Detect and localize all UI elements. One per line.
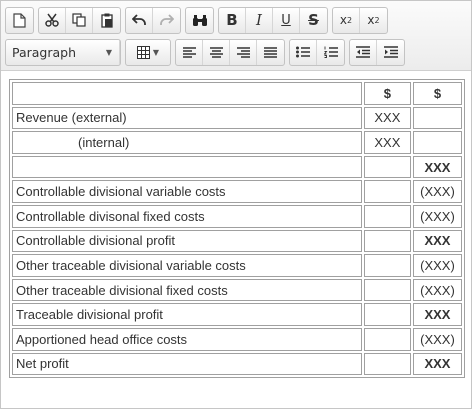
- cell-col2[interactable]: [412, 106, 462, 130]
- table-row: Controllable divisional profit XXX: [12, 229, 462, 253]
- table-row: Other traceable divisional variable cost…: [12, 254, 462, 277]
- row-label[interactable]: Other traceable divisional variable cost…: [12, 254, 362, 277]
- editor-toolbar: B I U S x2 x2 Paragraph ▼ ▼: [1, 1, 471, 71]
- format-group: Paragraph ▼: [5, 38, 121, 66]
- cell-col1[interactable]: [363, 352, 411, 376]
- list-group: [289, 38, 345, 66]
- table-header-row: $ $: [12, 82, 462, 105]
- paragraph-format-select[interactable]: Paragraph ▼: [6, 39, 120, 65]
- table-button[interactable]: ▼: [126, 40, 170, 65]
- row-label[interactable]: Apportioned head office costs: [12, 327, 362, 351]
- superscript-button[interactable]: x2: [360, 8, 387, 33]
- script-group: x2 x2: [332, 6, 388, 34]
- undo-icon[interactable]: [126, 7, 153, 33]
- cell-col1[interactable]: [363, 155, 411, 179]
- chevron-down-icon: ▼: [105, 47, 112, 57]
- table-row: Controllable divisonal fixed costs (XXX): [12, 204, 462, 228]
- rich-text-editor: B I U S x2 x2 Paragraph ▼ ▼ $ $ Revenue …: [0, 0, 472, 409]
- cell-col2[interactable]: (XXX): [412, 278, 462, 302]
- cell-col1[interactable]: [363, 303, 411, 326]
- numbered-list-icon[interactable]: [317, 40, 344, 65]
- cell-col2[interactable]: [412, 131, 462, 154]
- align-center-icon[interactable]: [203, 39, 230, 65]
- table-group: ▼: [125, 38, 171, 66]
- redo-icon[interactable]: [153, 8, 180, 33]
- cell-col1[interactable]: [363, 254, 411, 277]
- superscript-label: x: [367, 13, 375, 27]
- table-row: XXX: [12, 155, 462, 179]
- document-group: [5, 6, 34, 34]
- toolbar-row-1: B I U S x2 x2: [5, 4, 467, 36]
- cell-col2[interactable]: (XXX): [412, 180, 462, 203]
- cell-col2[interactable]: XXX: [412, 155, 462, 179]
- row-label[interactable]: Net profit: [12, 352, 362, 376]
- subscript-button[interactable]: x2: [333, 7, 360, 33]
- table-icon: [136, 45, 150, 59]
- cell-col2[interactable]: (XXX): [412, 254, 462, 277]
- cell-col1[interactable]: [363, 327, 411, 351]
- cell-col2[interactable]: (XXX): [412, 204, 462, 228]
- italic-button[interactable]: I: [246, 7, 273, 33]
- find-group: [185, 6, 214, 34]
- header-cell[interactable]: $: [363, 82, 411, 105]
- toolbar-row-2: Paragraph ▼ ▼: [5, 36, 467, 68]
- subscript-label: x: [339, 13, 347, 27]
- bullet-list-icon[interactable]: [290, 39, 317, 65]
- paste-icon[interactable]: [93, 8, 120, 33]
- cell-col1[interactable]: [363, 229, 411, 253]
- table-row: Revenue (external) XXX: [12, 106, 462, 130]
- row-label[interactable]: Traceable divisional profit: [12, 303, 362, 326]
- bold-button[interactable]: B: [219, 7, 246, 33]
- indent-group: [349, 38, 405, 66]
- row-label[interactable]: [12, 155, 362, 179]
- header-cell[interactable]: [12, 82, 362, 105]
- table-row: Apportioned head office costs (XXX): [12, 327, 462, 351]
- row-label[interactable]: Controllable divisional profit: [12, 229, 362, 253]
- row-label[interactable]: Other traceable divisional fixed costs: [12, 278, 362, 302]
- chevron-down-icon: ▼: [152, 47, 160, 57]
- text-style-group: B I U S: [218, 6, 328, 34]
- align-justify-icon[interactable]: [257, 40, 284, 65]
- clipboard-group: [38, 6, 121, 34]
- paragraph-format-value: Paragraph: [12, 44, 77, 60]
- cell-col1[interactable]: XXX: [363, 106, 411, 130]
- cell-col2[interactable]: XXX: [412, 352, 462, 376]
- row-label[interactable]: Controllable divisonal fixed costs: [12, 204, 362, 228]
- table-row: Traceable divisional profit XXX: [12, 303, 462, 326]
- align-right-icon[interactable]: [230, 39, 257, 65]
- table-row: Other traceable divisional fixed costs (…: [12, 278, 462, 302]
- cell-col2[interactable]: (XXX): [412, 327, 462, 351]
- cell-col1[interactable]: XXX: [363, 131, 411, 154]
- table-row: Net profit XXX: [12, 352, 462, 376]
- copy-icon[interactable]: [66, 7, 93, 33]
- cell-col2[interactable]: XXX: [412, 303, 462, 326]
- row-label[interactable]: Controllable divisional variable costs: [12, 180, 362, 203]
- new-document-icon[interactable]: [6, 8, 33, 33]
- table-row: Controllable divisional variable costs (…: [12, 180, 462, 203]
- strikethrough-button[interactable]: S: [300, 8, 327, 33]
- profit-statement-table[interactable]: $ $ Revenue (external) XXX (internal) XX…: [9, 79, 465, 379]
- editor-content[interactable]: $ $ Revenue (external) XXX (internal) XX…: [9, 79, 465, 379]
- cell-col1[interactable]: [363, 204, 411, 228]
- align-group: [175, 38, 285, 66]
- underline-button[interactable]: U: [273, 7, 300, 33]
- row-label[interactable]: (internal): [12, 131, 362, 154]
- cell-col1[interactable]: [363, 278, 411, 302]
- table-row: (internal) XXX: [12, 131, 462, 154]
- outdent-icon[interactable]: [350, 39, 377, 65]
- cell-col1[interactable]: [363, 180, 411, 203]
- history-group: [125, 6, 181, 34]
- indent-icon[interactable]: [377, 40, 404, 65]
- find-icon[interactable]: [186, 8, 213, 33]
- row-label[interactable]: Revenue (external): [12, 106, 362, 130]
- cell-col2[interactable]: XXX: [412, 229, 462, 253]
- align-left-icon[interactable]: [176, 39, 203, 65]
- cut-icon[interactable]: [39, 7, 66, 33]
- header-cell[interactable]: $: [412, 82, 462, 105]
